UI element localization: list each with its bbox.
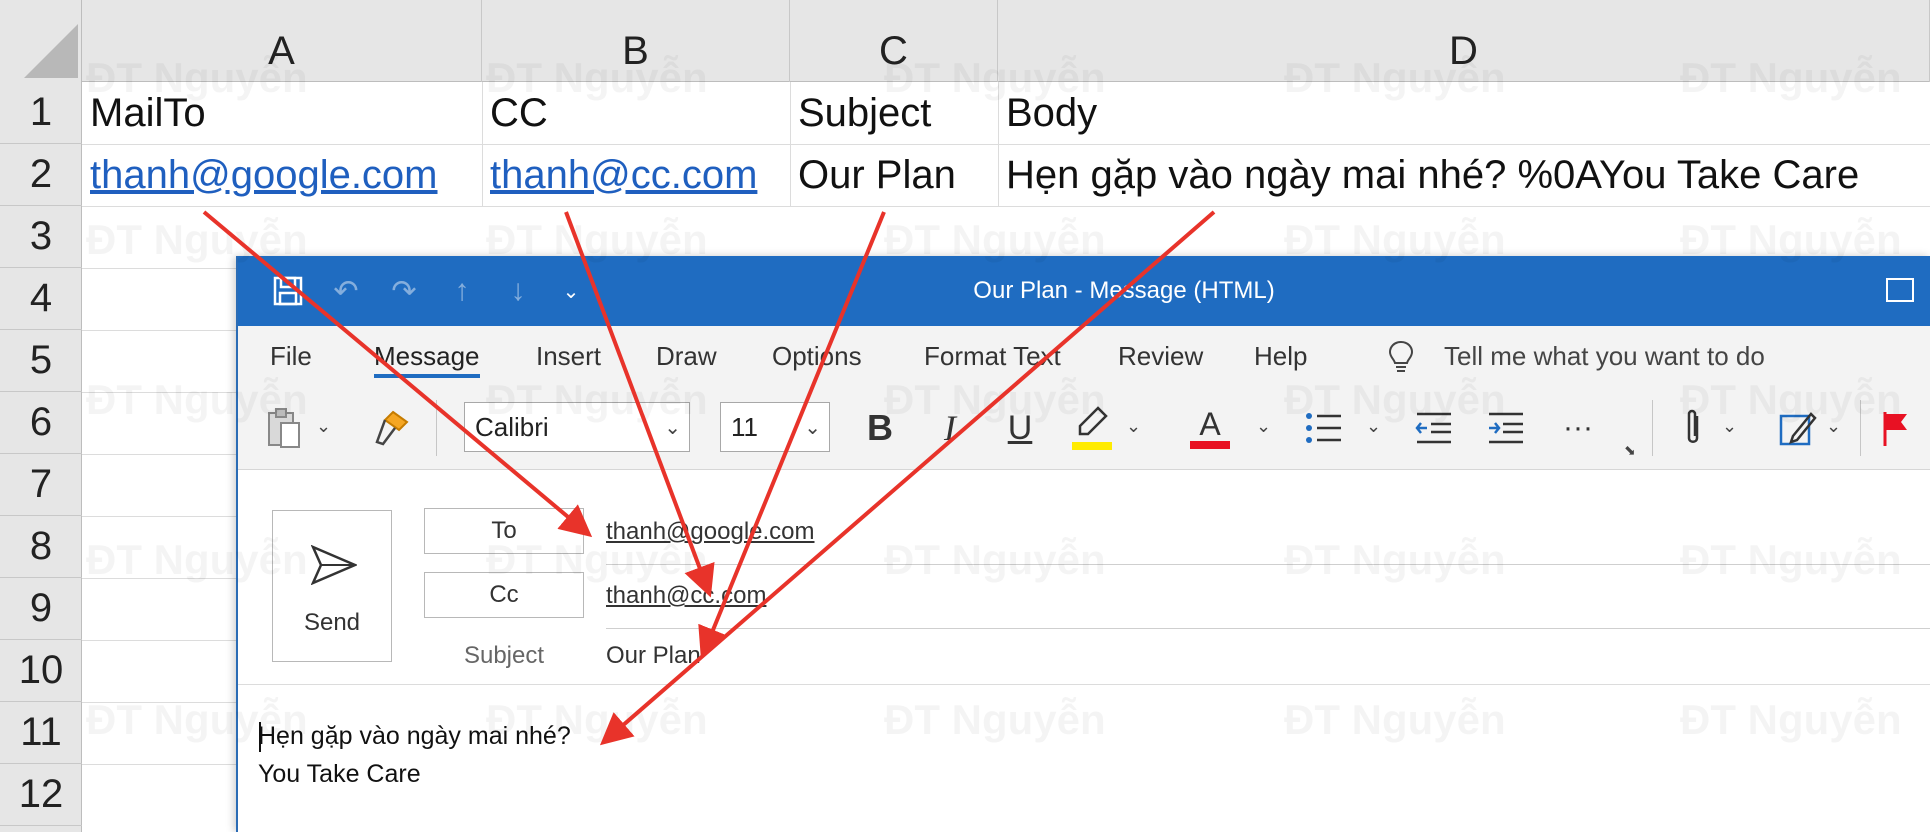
title-bar: ↶ ↷ ↑ ↓ ⌄ Our Plan - Message (HTML)	[238, 256, 1930, 326]
subject-field[interactable]: Our Plan	[606, 636, 701, 676]
row-header-3[interactable]: 3	[0, 206, 82, 268]
cell-b2-link[interactable]: thanh@cc.com	[482, 144, 757, 206]
watermark: ĐT Nguyễn	[884, 54, 1106, 102]
paste-dropdown-icon[interactable]: ⌄	[316, 416, 331, 437]
window-title: Our Plan - Message (HTML)	[973, 277, 1275, 304]
row-header-9[interactable]: 9	[0, 578, 82, 640]
watermark: ĐT Nguyễn	[884, 696, 1106, 744]
watermark: ĐT Nguyễn	[1284, 376, 1506, 424]
font-size-select[interactable]: 11 ⌄	[720, 402, 830, 452]
row-header-7[interactable]: 7	[0, 454, 82, 516]
watermark: ĐT Nguyễn	[1284, 54, 1506, 102]
watermark: ĐT Nguyễn	[1680, 54, 1902, 102]
font-color-swatch	[1190, 441, 1230, 449]
font-size-value: 11	[731, 411, 758, 442]
cell-a2-link[interactable]: thanh@google.com	[82, 144, 438, 206]
watermark: ĐT Nguyễn	[1680, 696, 1902, 744]
send-button[interactable]: Send	[272, 510, 392, 662]
watermark: ĐT Nguyễn	[884, 536, 1106, 584]
cell-c2[interactable]: Our Plan	[790, 144, 956, 206]
cell-d2[interactable]: Hẹn gặp vào ngày mai nhé? %0AYou Take Ca…	[998, 144, 1859, 206]
select-all-corner[interactable]	[0, 0, 82, 82]
tab-options[interactable]: Options	[772, 326, 862, 386]
watermark: ĐT Nguyễn	[486, 536, 708, 584]
watermark: ĐT Nguyễn	[1284, 696, 1506, 744]
watermark: ĐT Nguyễn	[1680, 536, 1902, 584]
ribbon-separator	[1652, 400, 1653, 456]
select-all-icon	[24, 24, 78, 78]
row-header-4[interactable]: 4	[0, 268, 82, 330]
watermark: ĐT Nguyễn	[86, 216, 308, 264]
ribbon-separator	[436, 400, 437, 456]
watermark: ĐT Nguyễn	[1680, 216, 1902, 264]
format-painter-icon[interactable]	[372, 406, 412, 450]
row-header-8[interactable]: 8	[0, 516, 82, 578]
watermark: ĐT Nguyễn	[1680, 376, 1902, 424]
highlight-dropdown-icon[interactable]: ⌄	[1126, 416, 1141, 437]
watermark: ĐT Nguyễn	[1284, 216, 1506, 264]
row-header-12[interactable]: 12	[0, 764, 82, 826]
watermark: ĐT Nguyễn	[486, 54, 708, 102]
watermark: ĐT Nguyễn	[86, 376, 308, 424]
row-header-10[interactable]: 10	[0, 640, 82, 702]
watermark: ĐT Nguyễn	[1284, 536, 1506, 584]
watermark: ĐT Nguyễn	[884, 376, 1106, 424]
watermark: ĐT Nguyễn	[86, 54, 308, 102]
dialog-launcher-icon[interactable]: ⬊	[1624, 442, 1636, 459]
font-color-dropdown-icon[interactable]: ⌄	[1256, 416, 1271, 437]
send-icon	[311, 545, 357, 585]
row-header-column: 1 2 3 4 5 6 7 8 9 10 11 12	[0, 82, 82, 832]
lightbulb-icon	[1386, 340, 1416, 374]
tab-review[interactable]: Review	[1118, 326, 1203, 386]
tab-message[interactable]: Message	[374, 326, 480, 386]
row-header-1[interactable]: 1	[0, 82, 82, 144]
cc-field-underline	[606, 628, 1930, 629]
row-header-2[interactable]: 2	[0, 144, 82, 206]
send-label: Send	[303, 609, 361, 636]
watermark: ĐT Nguyễn	[486, 376, 708, 424]
message-body-line-2[interactable]: You Take Care	[258, 760, 421, 789]
compose-separator	[238, 684, 1930, 685]
watermark: ĐT Nguyễn	[884, 216, 1106, 264]
more-options-button[interactable]: ···	[1556, 406, 1600, 450]
watermark: ĐT Nguyễn	[86, 536, 308, 584]
gridline	[82, 206, 1930, 207]
subject-label: Subject	[463, 642, 545, 669]
font-color-button[interactable]: A	[1188, 402, 1232, 454]
row-header-11[interactable]: 11	[0, 702, 82, 764]
restore-icon[interactable]	[1886, 278, 1914, 302]
chevron-down-icon: ⌄	[804, 417, 821, 439]
row-header-6[interactable]: 6	[0, 392, 82, 454]
row-header-5[interactable]: 5	[0, 330, 82, 392]
watermark: ĐT Nguyễn	[486, 696, 708, 744]
watermark: ĐT Nguyễn	[86, 696, 308, 744]
watermark: ĐT Nguyễn	[486, 216, 708, 264]
font-color-glyph: A	[1199, 406, 1221, 442]
